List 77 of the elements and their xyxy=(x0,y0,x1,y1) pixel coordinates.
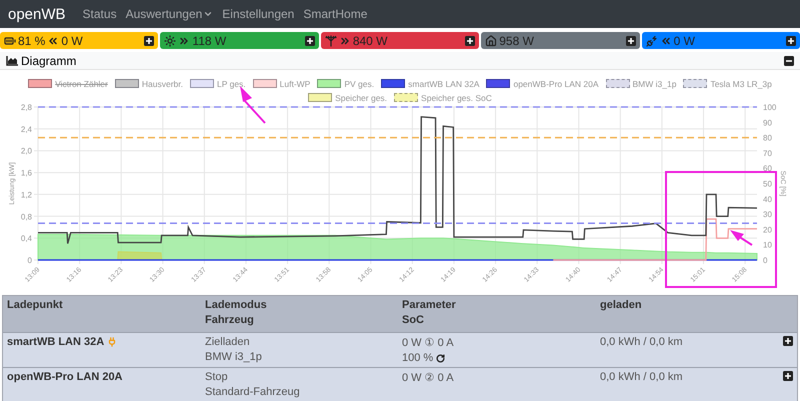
collapse-icon[interactable] xyxy=(784,56,794,66)
legend-item[interactable]: Tesla M3 LR_3p xyxy=(683,78,772,89)
axis-tick-label: 40 xyxy=(763,194,772,204)
legend-item[interactable]: BMW i3_1p xyxy=(606,78,676,89)
column-header: Parameter xyxy=(402,299,457,311)
axis-tick-label: 0,4 xyxy=(20,234,32,244)
axis-tick-label: 2,8 xyxy=(20,103,32,112)
table-cell-text: openWB-Pro LAN 20A xyxy=(7,371,124,383)
column-header: SoC xyxy=(402,314,425,326)
axis-tick-label: 10 xyxy=(763,240,772,250)
expand-icon[interactable] xyxy=(304,36,315,46)
table-row[interactable]: openWB-Pro LAN 20A Stop Standard-Fahrzeug 0 W ② 0 A 0,0 kWh / 0,0 km xyxy=(3,367,797,401)
table-cell: 100 % xyxy=(402,352,600,364)
axis-tick-label: 2,0 xyxy=(20,146,32,156)
table-cell-text: 0 W ① 0 A xyxy=(402,336,455,349)
table-cell-text: Standard-Fahrzeug xyxy=(205,386,301,398)
power-value: 0 W xyxy=(674,34,695,48)
refresh-icon[interactable] xyxy=(436,354,446,362)
power-pole-icon xyxy=(324,34,337,46)
table-cell: smartWB LAN 32A xyxy=(7,336,205,348)
nav-link[interactable]: Auswertungen xyxy=(126,7,214,21)
nav-link[interactable]: Status xyxy=(82,7,117,21)
legend-item[interactable]: openWB-Pro LAN 20A xyxy=(486,78,599,89)
legend-item[interactable]: Luft-WP xyxy=(252,78,310,89)
table-cell-text: 0,0 kWh / 0,0 km xyxy=(600,371,684,383)
house-icon xyxy=(485,34,498,46)
legend-item[interactable]: smartWB LAN 32A xyxy=(381,78,480,89)
axis-tick-label: 0,8 xyxy=(20,212,32,222)
power-value: 118 W xyxy=(192,34,226,48)
expand-icon[interactable] xyxy=(626,36,636,46)
axis-tick-label: 20 xyxy=(763,225,772,234)
legend-item[interactable]: PV ges. xyxy=(317,78,374,89)
axis-tick-label: 50 xyxy=(763,180,772,188)
expand-icon[interactable] xyxy=(783,371,793,381)
battery-icon xyxy=(4,34,16,46)
axis-tick-label: 0 xyxy=(763,256,768,265)
card-title: Diagramm xyxy=(21,54,78,68)
expand-icon[interactable] xyxy=(144,36,154,46)
table-cell-text: Zielladen xyxy=(205,336,251,348)
expand-icon[interactable] xyxy=(783,336,793,346)
plug-icon xyxy=(646,34,658,46)
table-cell-text: BMW i3_1p xyxy=(205,351,263,363)
power-value: 0 W xyxy=(61,34,83,48)
battery-level: 81 % xyxy=(18,34,46,48)
column-header: Fahrzeug xyxy=(205,314,255,326)
power-value: 958 W xyxy=(499,34,534,48)
table-cell-text: 0,0 kWh / 0,0 km xyxy=(600,336,684,348)
legend-item[interactable]: Hausverbr. xyxy=(114,78,183,89)
axis-tick-label: 30 xyxy=(763,210,772,220)
column-header: Lademodus xyxy=(205,299,268,311)
legend-item[interactable]: Speicher ges. xyxy=(308,92,388,103)
table-row[interactable]: smartWB LAN 32A Zielladen BMW i3_1p 0 W ① 0 A 100 % 0,0 kWh / 0,0 km xyxy=(3,332,797,367)
legend-item[interactable]: Victron Zähler xyxy=(28,78,108,89)
brand-name[interactable]: openWB xyxy=(8,6,66,22)
table-cell-text: 0 W ② 0 A xyxy=(402,371,455,384)
axis-tick-label: 80 xyxy=(763,134,772,143)
sun-icon xyxy=(164,34,176,46)
area-chart-icon xyxy=(6,56,18,66)
axis-tick-label: 1,2 xyxy=(20,190,32,200)
axis-tick-label: 90 xyxy=(763,118,772,128)
column-header: Ladepunkt xyxy=(7,299,64,311)
column-header: geladen xyxy=(600,299,643,311)
axis-tick-label: 100 xyxy=(763,103,776,112)
axis-tick-label: 2,4 xyxy=(20,124,32,134)
axis-tick-label: 0 xyxy=(28,256,32,265)
table-cell-text: Stop xyxy=(205,371,229,383)
axis-tick-label: 70 xyxy=(763,148,772,158)
pointer-arrow xyxy=(730,230,753,246)
axis-tick-label: 60 xyxy=(763,164,772,174)
legend-item[interactable]: Speicher ges. SoC xyxy=(394,92,492,103)
legend-item[interactable]: LP ges. xyxy=(190,78,246,89)
expand-icon[interactable] xyxy=(465,36,476,46)
axis-tick-label: 1,6 xyxy=(20,168,32,178)
nav-link[interactable]: Einstellungen xyxy=(222,7,294,21)
nav-link[interactable]: SmartHome xyxy=(303,7,368,21)
expand-icon[interactable] xyxy=(786,36,796,46)
power-value: 840 W xyxy=(352,34,388,48)
